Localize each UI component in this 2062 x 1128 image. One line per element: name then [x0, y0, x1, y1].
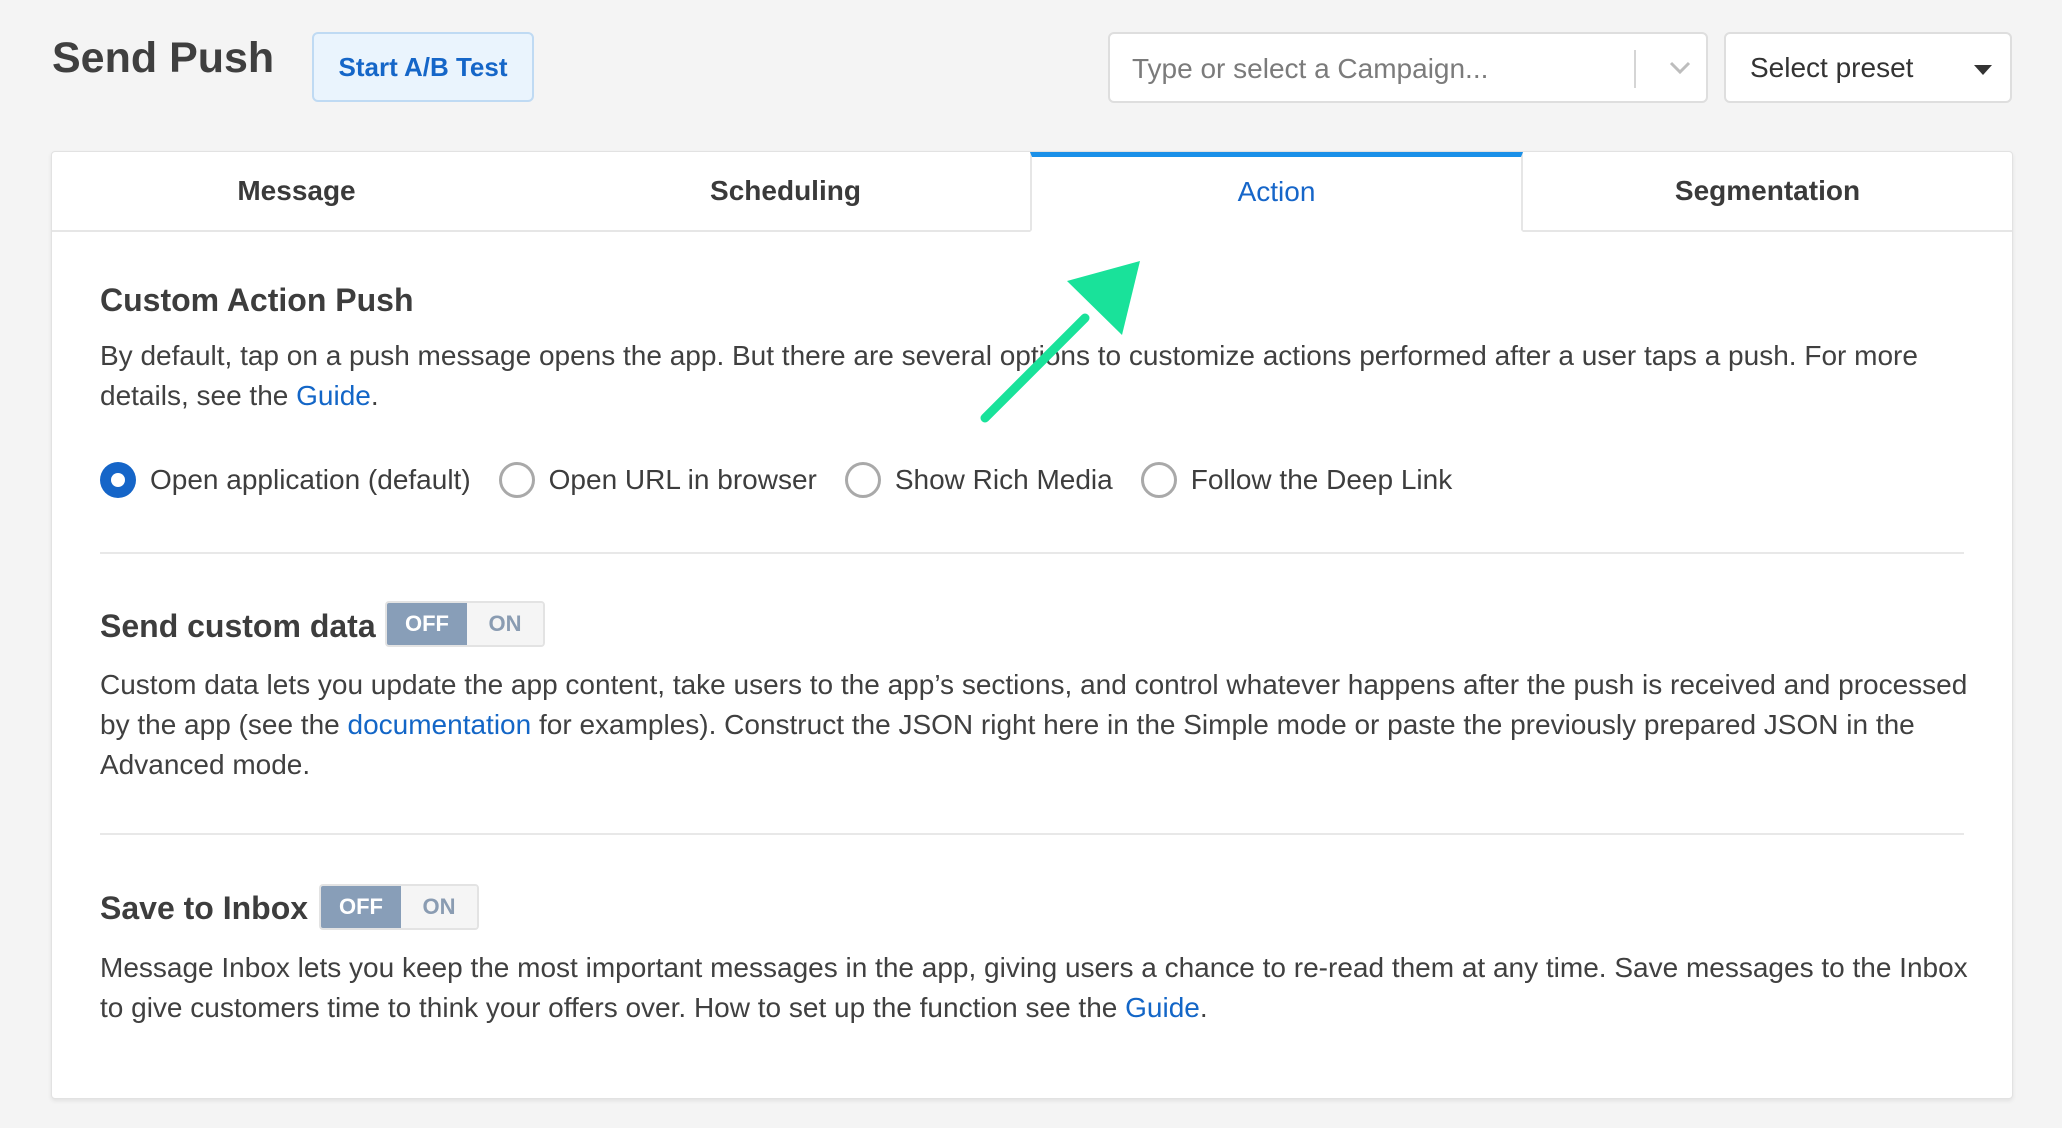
toggle-off-option[interactable]: OFF [321, 886, 401, 928]
start-ab-test-button[interactable]: Start A/B Test [312, 32, 534, 102]
action-radio-group: Open application (default) Open URL in b… [100, 458, 1480, 502]
tab-scheduling[interactable]: Scheduling [541, 152, 1030, 232]
desc-suffix: . [370, 380, 379, 411]
inbox-title: Save to Inbox [100, 890, 309, 926]
section-divider [100, 833, 1964, 835]
radio-button[interactable] [1140, 462, 1177, 498]
custom-data-line2: by the app (see the documentation for ex… [100, 705, 1980, 745]
preset-select[interactable]: Select preset [1724, 32, 2012, 103]
section-divider [100, 552, 1964, 554]
page-title: Send Push [52, 34, 275, 82]
desc-prefix: details, see the [100, 380, 297, 411]
radio-button[interactable] [844, 462, 881, 498]
custom-data-description: Custom data lets you update the app cont… [100, 665, 1980, 785]
tab-action[interactable]: Action [1030, 152, 1523, 232]
custom-data-title: Send custom data [100, 608, 376, 644]
custom-data-toggle[interactable]: OFF ON [385, 601, 545, 647]
chevron-down-icon[interactable] [1660, 48, 1700, 88]
radio-open-application[interactable]: Open application (default) [100, 462, 471, 498]
custom-data-line1: Custom data lets you update the app cont… [100, 669, 1968, 700]
radio-show-rich-media[interactable]: Show Rich Media [844, 462, 1113, 498]
custom-action-title: Custom Action Push [100, 282, 414, 318]
radio-label: Show Rich Media [894, 464, 1113, 495]
documentation-link[interactable]: documentation [348, 709, 532, 740]
inbox-toggle[interactable]: OFF ON [319, 884, 479, 930]
caret-down-icon [1974, 65, 1992, 75]
toggle-off-option[interactable]: OFF [387, 603, 467, 645]
radio-open-url[interactable]: Open URL in browser [498, 462, 817, 498]
preset-label: Select preset [1750, 52, 1914, 83]
guide-link[interactable]: Guide [296, 380, 371, 411]
campaign-input[interactable] [1130, 34, 1614, 103]
toggle-on-option[interactable]: ON [401, 886, 477, 928]
inbox-line1: Message Inbox lets you keep the most imp… [100, 952, 1968, 983]
radio-button[interactable] [498, 462, 535, 498]
radio-label: Follow the Deep Link [1190, 464, 1453, 495]
line-prefix: to give customers time to think your off… [100, 992, 1126, 1023]
inbox-guide-link[interactable]: Guide [1125, 992, 1200, 1023]
radio-button-checked[interactable] [100, 462, 136, 498]
radio-follow-deep-link[interactable]: Follow the Deep Link [1140, 462, 1453, 498]
toggle-on-option[interactable]: ON [467, 603, 543, 645]
inbox-line2: to give customers time to think your off… [100, 988, 1980, 1028]
tab-message[interactable]: Message [52, 152, 541, 232]
radio-label: Open application (default) [150, 464, 471, 495]
custom-data-line3: Advanced mode. [100, 749, 311, 780]
campaign-select[interactable] [1108, 32, 1708, 103]
line-suffix: for examples). Construct the JSON right … [531, 709, 1915, 740]
tab-segmentation[interactable]: Segmentation [1523, 152, 2012, 232]
campaign-separator [1634, 50, 1636, 88]
line-prefix: by the app (see the [100, 709, 348, 740]
line-suffix: . [1199, 992, 1208, 1023]
tab-bar: Message Scheduling Action Segmentation [52, 152, 2012, 232]
radio-label: Open URL in browser [548, 464, 817, 495]
inbox-description: Message Inbox lets you keep the most imp… [100, 948, 1980, 1028]
annotation-arrow-icon [980, 261, 1140, 423]
